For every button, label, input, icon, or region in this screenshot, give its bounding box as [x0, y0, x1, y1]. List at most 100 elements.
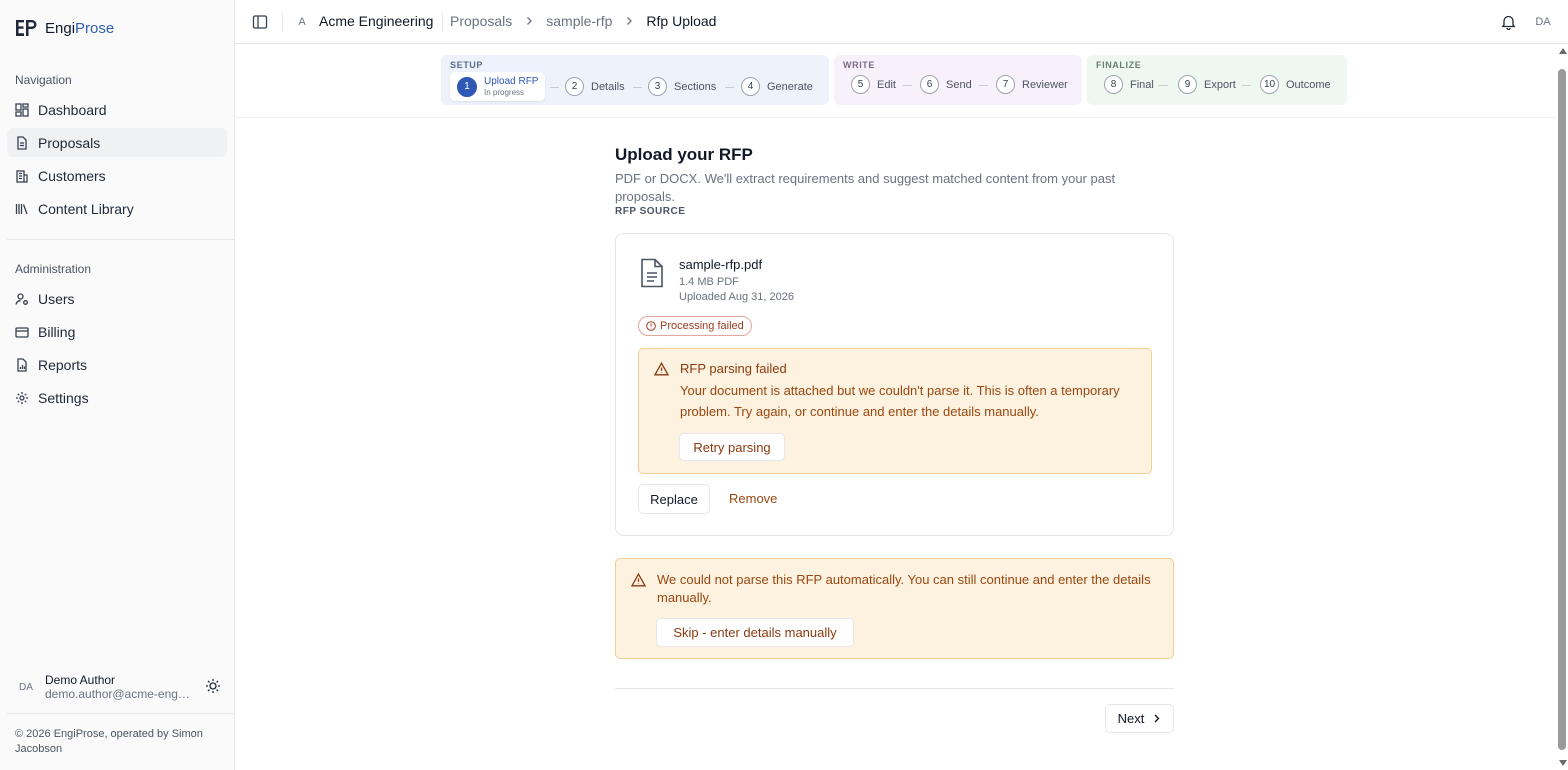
step-label: Final — [1130, 78, 1154, 91]
user-avatar[interactable]: DA — [1532, 11, 1554, 33]
user-name: Demo Author — [45, 673, 116, 687]
step-number: 1 — [457, 76, 477, 97]
step-edit[interactable]: 5 Edit — [851, 75, 896, 94]
sidebar-item-label: Billing — [38, 323, 76, 340]
sidebar-item-dashboard[interactable]: Dashboard — [7, 95, 227, 124]
step-connector — [633, 87, 642, 88]
phase-label: SETUP — [450, 60, 484, 70]
step-details[interactable]: 2 Details — [565, 77, 625, 96]
sidebar-item-settings[interactable]: Settings — [7, 383, 227, 412]
skip-manual-entry-button[interactable]: Skip - enter details manually — [656, 618, 854, 647]
step-generate[interactable]: 4 Generate — [741, 77, 813, 96]
sidebar: EngiProse Navigation Dashboard Proposals… — [0, 0, 235, 770]
sidebar-item-users[interactable]: Users — [7, 284, 227, 313]
sun-icon[interactable] — [205, 678, 221, 694]
step-connector — [1159, 85, 1168, 86]
breadcrumb-proposals[interactable]: Proposals — [450, 13, 512, 29]
next-label: Next — [1117, 711, 1145, 726]
sidebar-toggle-icon[interactable] — [252, 14, 268, 30]
scroll-down-arrow-icon[interactable] — [1559, 760, 1567, 766]
step-label: Generate — [767, 80, 813, 93]
brand-name: EngiProse — [45, 19, 115, 37]
bell-icon[interactable] — [1501, 14, 1516, 30]
manual-entry-notice: We could not parse this RFP automaticall… — [615, 558, 1174, 659]
gear-icon — [16, 391, 28, 404]
sidebar-item-label: Proposals — [38, 134, 101, 151]
step-number: 7 — [996, 75, 1015, 94]
copyright: © 2026 EngiProse, operated by Simon Jaco… — [15, 728, 203, 755]
step-number: 3 — [648, 77, 667, 96]
document-icon — [17, 135, 27, 150]
sidebar-divider — [7, 239, 234, 240]
library-icon — [15, 203, 28, 214]
step-label: Details — [591, 80, 625, 93]
page-description: PDF or DOCX. We'll extract requirements … — [615, 171, 1116, 204]
sidebar-item-content-library[interactable]: Content Library — [7, 194, 227, 223]
org-switcher[interactable]: Acme Engineering — [319, 13, 433, 29]
sidebar-item-label: Content Library — [38, 200, 134, 217]
report-icon — [17, 357, 27, 372]
step-sections[interactable]: 3 Sections — [648, 77, 716, 96]
sidebar-item-reports[interactable]: Reports — [7, 350, 227, 379]
footer-divider — [615, 688, 1174, 689]
file-name: sample-rfp.pdf — [679, 257, 763, 272]
topbar-separator — [282, 13, 283, 31]
remove-button[interactable]: Remove — [729, 491, 777, 506]
scrollbar-thumb[interactable] — [1558, 69, 1566, 750]
org-avatar[interactable]: A — [292, 12, 312, 32]
user-info: Demo Author demo.author@acme-engineering… — [45, 673, 190, 701]
sidebar-item-proposals[interactable]: Proposals — [7, 128, 227, 157]
sidebar-item-customers[interactable]: Customers — [7, 161, 227, 190]
scroll-up-arrow-icon[interactable] — [1559, 48, 1567, 54]
building-icon — [16, 169, 28, 183]
step-number: 8 — [1104, 75, 1123, 94]
step-status: In progress — [484, 87, 525, 97]
sidebar-item-label: Dashboard — [38, 101, 107, 118]
phase-write: WRITE 5 Edit 6 Send 7 Reviewer — [834, 55, 1082, 105]
admin-section: Administration Users Billing Reports Set… — [7, 259, 227, 416]
step-number: 9 — [1178, 75, 1197, 94]
rfp-file-card: sample-rfp.pdf 1.4 MB PDF Uploaded Aug 3… — [615, 233, 1174, 536]
nav-heading: Navigation — [15, 73, 72, 87]
step-connector — [979, 85, 988, 86]
next-button[interactable]: Next — [1105, 704, 1174, 733]
page-title: Upload your RFP — [615, 145, 753, 164]
app-root: EngiProse Navigation Dashboard Proposals… — [0, 0, 1568, 770]
footer-divider — [7, 713, 234, 714]
main-content: Upload your RFP PDF or DOCX. We'll extra… — [615, 145, 1174, 217]
notice-text: We could not parse this RFP automaticall… — [657, 572, 1151, 605]
step-connector — [1242, 85, 1251, 86]
sidebar-item-label: Users — [38, 290, 75, 307]
step-reviewer[interactable]: 7 Reviewer — [996, 75, 1068, 94]
status-badge: Processing failed — [638, 316, 752, 336]
user-profile[interactable]: DA Demo Author demo.author@acme-engineer… — [15, 673, 227, 701]
replace-button[interactable]: Replace — [638, 484, 710, 514]
breadcrumb: Proposals sample-rfp Rfp Upload — [450, 13, 716, 29]
step-export[interactable]: 9 Export — [1178, 75, 1236, 94]
retry-parsing-button[interactable]: Retry parsing — [679, 433, 785, 461]
step-number: 10 — [1260, 75, 1279, 94]
step-label: Send — [946, 78, 972, 91]
breadcrumb-sample-rfp[interactable]: sample-rfp — [546, 13, 612, 29]
step-outcome[interactable]: 10 Outcome — [1260, 75, 1331, 94]
brand[interactable]: EngiProse — [15, 19, 114, 37]
section-label: RFP SOURCE — [615, 206, 686, 217]
scrollbar[interactable] — [1556, 44, 1568, 770]
alert-circle-icon — [646, 321, 656, 331]
admin-heading: Administration — [15, 262, 92, 276]
chevron-right-icon — [1154, 714, 1160, 723]
status-text: Processing failed — [660, 320, 744, 332]
sidebar-item-label: Reports — [38, 356, 88, 373]
step-send[interactable]: 6 Send — [920, 75, 972, 94]
nav-section: Navigation Dashboard Proposals Customers… — [7, 70, 227, 227]
warning-triangle-icon — [654, 362, 669, 376]
step-number: 5 — [851, 75, 870, 94]
alert-body: Your document is attached but we couldn'… — [680, 383, 1120, 419]
user-email: demo.author@acme-engineering.com — [45, 687, 190, 701]
step-final[interactable]: 8 Final — [1104, 75, 1154, 94]
sidebar-item-billing[interactable]: Billing — [7, 317, 227, 346]
parse-error-alert: RFP parsing failed Your document is atta… — [638, 348, 1152, 474]
step-upload-rfp[interactable]: 1 Upload RFP In progress — [450, 72, 546, 101]
step-label: Edit — [877, 78, 896, 91]
phase-label: WRITE — [843, 60, 875, 70]
